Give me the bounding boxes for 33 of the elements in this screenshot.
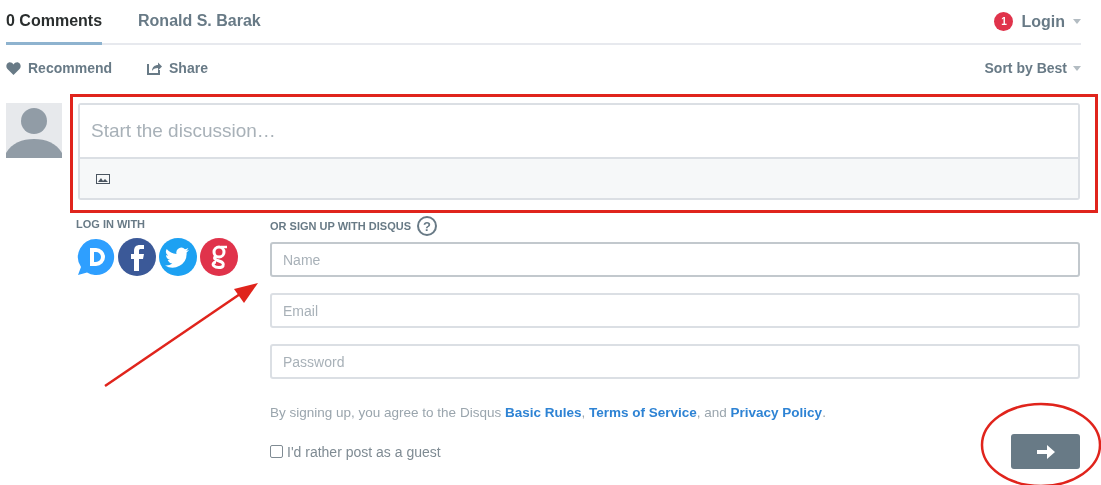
f-logo-icon[interactable] (117, 237, 157, 277)
login-with-label: LOG IN WITH (76, 218, 147, 230)
arrow-right-icon (1036, 444, 1055, 459)
tab[interactable]: 0 Comments (6, 0, 103, 45)
caret-icon (1073, 65, 1081, 71)
login-menu[interactable]: 1 Login (994, 12, 1081, 31)
g-logo-icon[interactable] (199, 237, 239, 277)
tab[interactable]: Ronald S. Barak (138, 0, 261, 45)
bird-icon[interactable] (158, 237, 198, 277)
recommend-button[interactable]: Recommend (6, 60, 113, 76)
text-field[interactable]: Name (270, 242, 1080, 277)
policy-link[interactable]: Terms of Service (588, 405, 697, 420)
notification-badge: 1 (994, 12, 1014, 31)
caret-icon (1073, 19, 1081, 24)
submit-button[interactable] (1011, 434, 1080, 469)
share-icon (147, 61, 163, 75)
avatar-icon (6, 103, 62, 158)
login-label: Login (1021, 12, 1065, 31)
checkbox[interactable] (270, 445, 283, 458)
guest-label: I'd rather post as a guest (287, 443, 441, 460)
policy-link[interactable]: Privacy Policy (730, 405, 823, 420)
speech-bubble-icon[interactable] (76, 237, 116, 277)
comment-field[interactable]: Start the discussion… (80, 105, 1078, 159)
comment-box[interactable]: Start the discussion… (78, 103, 1080, 200)
text-field[interactable]: Password (270, 344, 1080, 379)
heart-icon (6, 61, 21, 75)
text-field[interactable]: Email (270, 293, 1080, 328)
signup-label: OR SIGN UP WITH DISQUS (270, 220, 411, 232)
help-button[interactable]: ? (417, 216, 437, 236)
image-icon[interactable] (96, 173, 110, 184)
agreement-text: By signing up, you agree to the Disqus Basic Rules, Terms of Service, and Privacy Policy. (270, 405, 827, 420)
share-button[interactable]: Share (147, 60, 208, 76)
sort-menu[interactable]: Sort by Best (984, 60, 1081, 76)
